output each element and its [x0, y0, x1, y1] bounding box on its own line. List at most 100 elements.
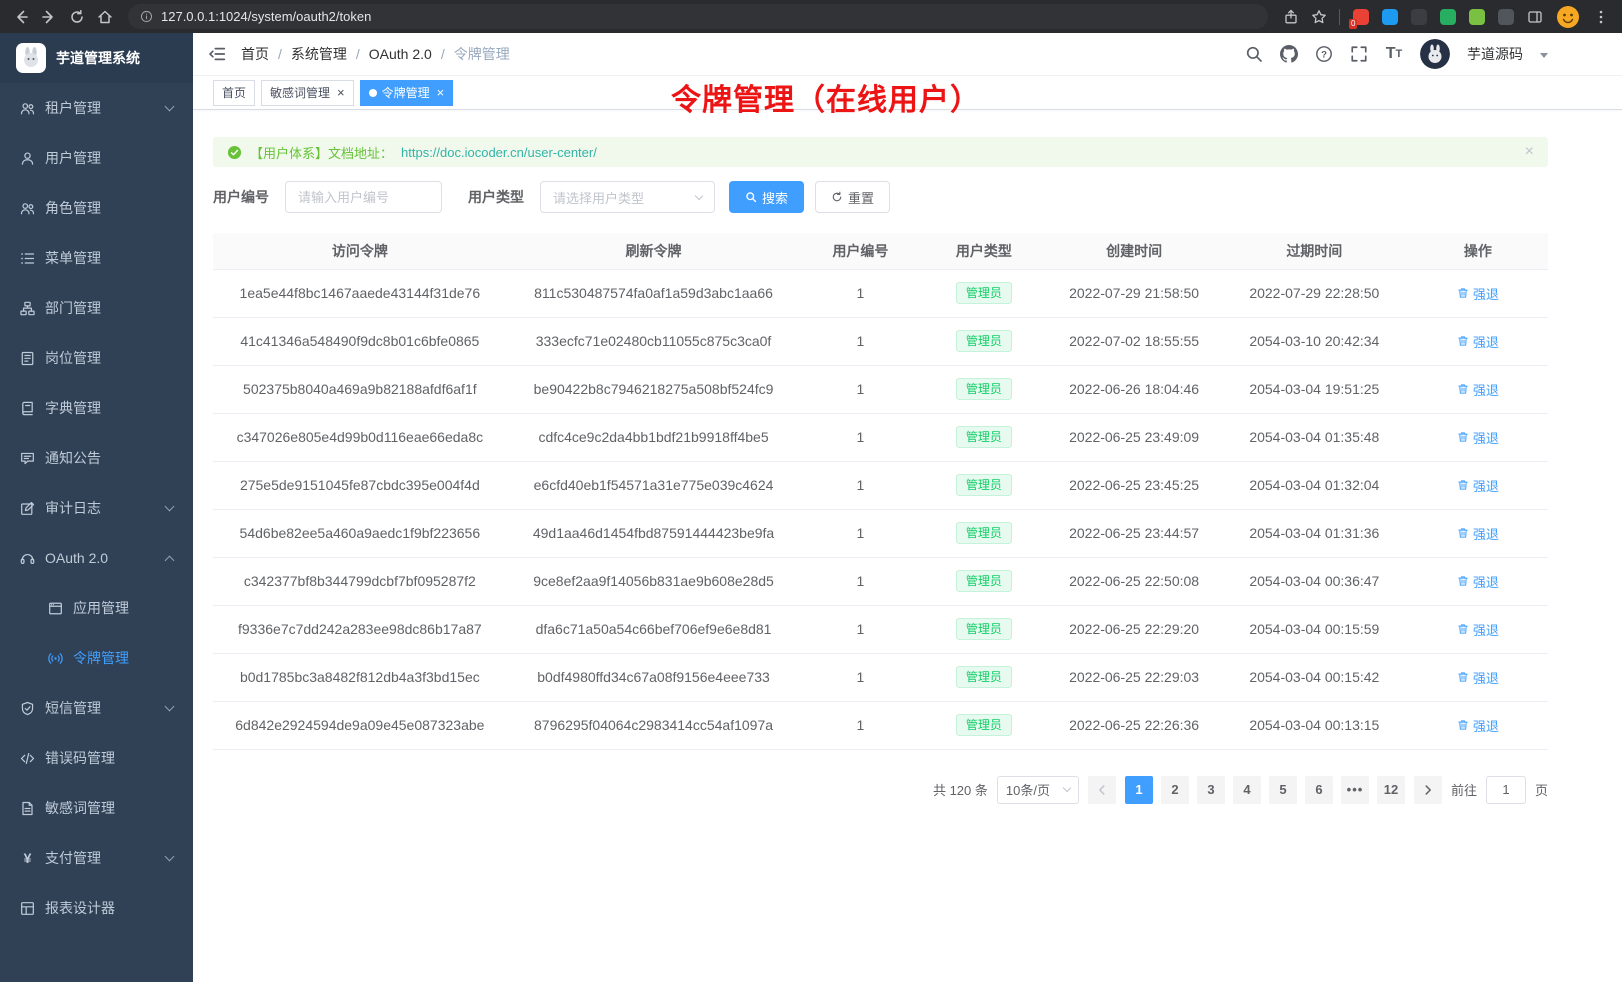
force-logout-button[interactable]: 强退	[1457, 572, 1499, 591]
page-button-3[interactable]: 3	[1197, 776, 1225, 804]
prev-page-button[interactable]	[1088, 776, 1116, 804]
annotation-text: 令牌管理（在线用户）	[671, 75, 981, 119]
expire-time-cell: 2054-03-04 00:13:15	[1221, 701, 1408, 749]
username[interactable]: 芋道源码	[1467, 44, 1523, 64]
tab-close-icon[interactable]: ×	[437, 86, 445, 99]
breadcrumb-item[interactable]: 首页	[241, 44, 269, 64]
force-logout-button[interactable]: 强退	[1457, 380, 1499, 399]
sidebar-item-sms[interactable]: 短信管理	[0, 683, 193, 733]
bookmark-star-icon[interactable]	[1306, 4, 1332, 30]
sidebar-item-user[interactable]: 用户管理	[0, 133, 193, 183]
side-panel-icon[interactable]	[1522, 4, 1548, 30]
extension-dark-icon[interactable]	[1411, 9, 1427, 25]
page-button-1[interactable]: 1	[1125, 776, 1153, 804]
sidebar-item-oauth2[interactable]: OAuth 2.0	[0, 533, 193, 583]
breadcrumb-item[interactable]: OAuth 2.0	[369, 46, 432, 62]
reset-button[interactable]: 重置	[815, 181, 890, 213]
force-logout-button[interactable]: 强退	[1457, 332, 1499, 351]
app-logo[interactable]: 芋道管理系统	[0, 33, 193, 83]
sidebar-item-error-code[interactable]: 错误码管理	[0, 733, 193, 783]
sidebar-item-tenant[interactable]: 租户管理	[0, 83, 193, 133]
force-logout-button[interactable]: 强退	[1457, 716, 1499, 735]
force-logout-button[interactable]: 强退	[1457, 668, 1499, 687]
page-button-2[interactable]: 2	[1161, 776, 1189, 804]
extension-green-circle-icon[interactable]	[1440, 9, 1456, 25]
extension-grid-icon[interactable]: 0	[1353, 9, 1369, 25]
back-icon[interactable]	[8, 4, 34, 30]
sidebar-item-menu[interactable]: 菜单管理	[0, 233, 193, 283]
force-logout-icon	[1457, 719, 1469, 731]
sidebar-item-dept[interactable]: 部门管理	[0, 283, 193, 333]
github-icon[interactable]	[1280, 45, 1298, 63]
goto-page-input[interactable]	[1486, 776, 1526, 804]
logo-image	[16, 43, 46, 73]
action-cell: 强退	[1408, 605, 1548, 653]
doc-link[interactable]: https://doc.iocoder.cn/user-center/	[401, 145, 597, 160]
extension-puzzle-icon[interactable]	[1469, 9, 1485, 25]
table-row: 54d6be82ee5a460a9aedc1f9bf22365649d1aa46…	[213, 509, 1548, 557]
tab-label: 敏感词管理	[270, 84, 330, 101]
user-type-badge: 管理员	[956, 282, 1012, 304]
home-icon[interactable]	[92, 4, 118, 30]
site-info-icon[interactable]	[140, 10, 153, 23]
breadcrumb-item: 令牌管理	[454, 44, 510, 64]
reload-icon[interactable]	[64, 4, 90, 30]
sidebar-item-dict[interactable]: 字典管理	[0, 383, 193, 433]
caret-down-icon[interactable]	[1540, 53, 1548, 58]
user-type-select[interactable]: 请选择用户类型	[540, 181, 715, 213]
user-avatar[interactable]	[1420, 39, 1450, 69]
user-id-cell: 1	[800, 365, 920, 413]
share-icon[interactable]	[1278, 4, 1304, 30]
page-more-button[interactable]: •••	[1341, 776, 1369, 804]
browser-profile-avatar[interactable]	[1556, 5, 1580, 29]
sidebar-item-audit-log[interactable]: 审计日志	[0, 483, 193, 533]
user-type-badge: 管理员	[956, 522, 1012, 544]
user-type-badge: 管理员	[956, 714, 1012, 736]
sidebar-item-sensitive-word[interactable]: 敏感词管理	[0, 783, 193, 833]
page-size-select[interactable]: 10条/页	[997, 776, 1079, 804]
browser-menu-icon[interactable]	[1588, 4, 1614, 30]
page-button-4[interactable]: 4	[1233, 776, 1261, 804]
help-icon[interactable]: ?	[1315, 45, 1333, 63]
extension-bird-icon[interactable]	[1382, 9, 1398, 25]
font-size-icon[interactable]: TT	[1385, 45, 1403, 63]
tab-home[interactable]: 首页	[213, 80, 255, 106]
tab-token[interactable]: 令牌管理×	[360, 80, 454, 106]
sidebar-item-oauth2-app[interactable]: 应用管理	[0, 583, 193, 633]
user-id-input[interactable]	[285, 181, 442, 213]
forward-icon[interactable]	[36, 4, 62, 30]
user-id-cell: 1	[800, 701, 920, 749]
force-logout-button[interactable]: 强退	[1457, 524, 1499, 543]
address-bar[interactable]: 127.0.0.1:1024/system/oauth2/token	[128, 4, 1268, 29]
refresh-token-cell: 8796295f04064c2983414cc54af1097a	[507, 701, 801, 749]
sidebar-item-post[interactable]: 岗位管理	[0, 333, 193, 383]
force-logout-button[interactable]: 强退	[1457, 476, 1499, 495]
sidebar-item-role[interactable]: 角色管理	[0, 183, 193, 233]
sidebar-item-notice[interactable]: 通知公告	[0, 433, 193, 483]
search-icon[interactable]	[1245, 45, 1263, 63]
force-logout-button[interactable]: 强退	[1457, 428, 1499, 447]
tab-sensitive-word[interactable]: 敏感词管理 ×	[261, 80, 354, 106]
search-button[interactable]: 搜索	[729, 181, 804, 213]
user-id-cell: 1	[800, 317, 920, 365]
access-token-cell: c342377bf8b344799dcbf7bf095287f2	[213, 557, 507, 605]
toolbar-divider	[1339, 9, 1340, 25]
sidebar-item-oauth2-token[interactable]: 令牌管理	[0, 633, 193, 683]
page-button-5[interactable]: 5	[1269, 776, 1297, 804]
sidebar-item-report-designer[interactable]: 报表设计器	[0, 883, 193, 933]
page-button-12[interactable]: 12	[1377, 776, 1405, 804]
alert-close-icon[interactable]: ×	[1525, 143, 1534, 161]
force-logout-icon	[1457, 335, 1469, 347]
sidebar-item-pay[interactable]: ¥支付管理	[0, 833, 193, 883]
force-logout-button[interactable]: 强退	[1457, 620, 1499, 639]
breadcrumb-item[interactable]: 系统管理	[291, 44, 347, 64]
page-button-6[interactable]: 6	[1305, 776, 1333, 804]
next-page-button[interactable]	[1414, 776, 1442, 804]
force-logout-label: 强退	[1473, 476, 1499, 495]
force-logout-button[interactable]: 强退	[1457, 284, 1499, 303]
menu-fold-icon[interactable]	[193, 45, 241, 63]
fullscreen-icon[interactable]	[1350, 45, 1368, 63]
extension-gray-icon[interactable]	[1498, 9, 1514, 25]
user-type-badge: 管理员	[956, 474, 1012, 496]
tab-close-icon[interactable]: ×	[337, 86, 345, 99]
